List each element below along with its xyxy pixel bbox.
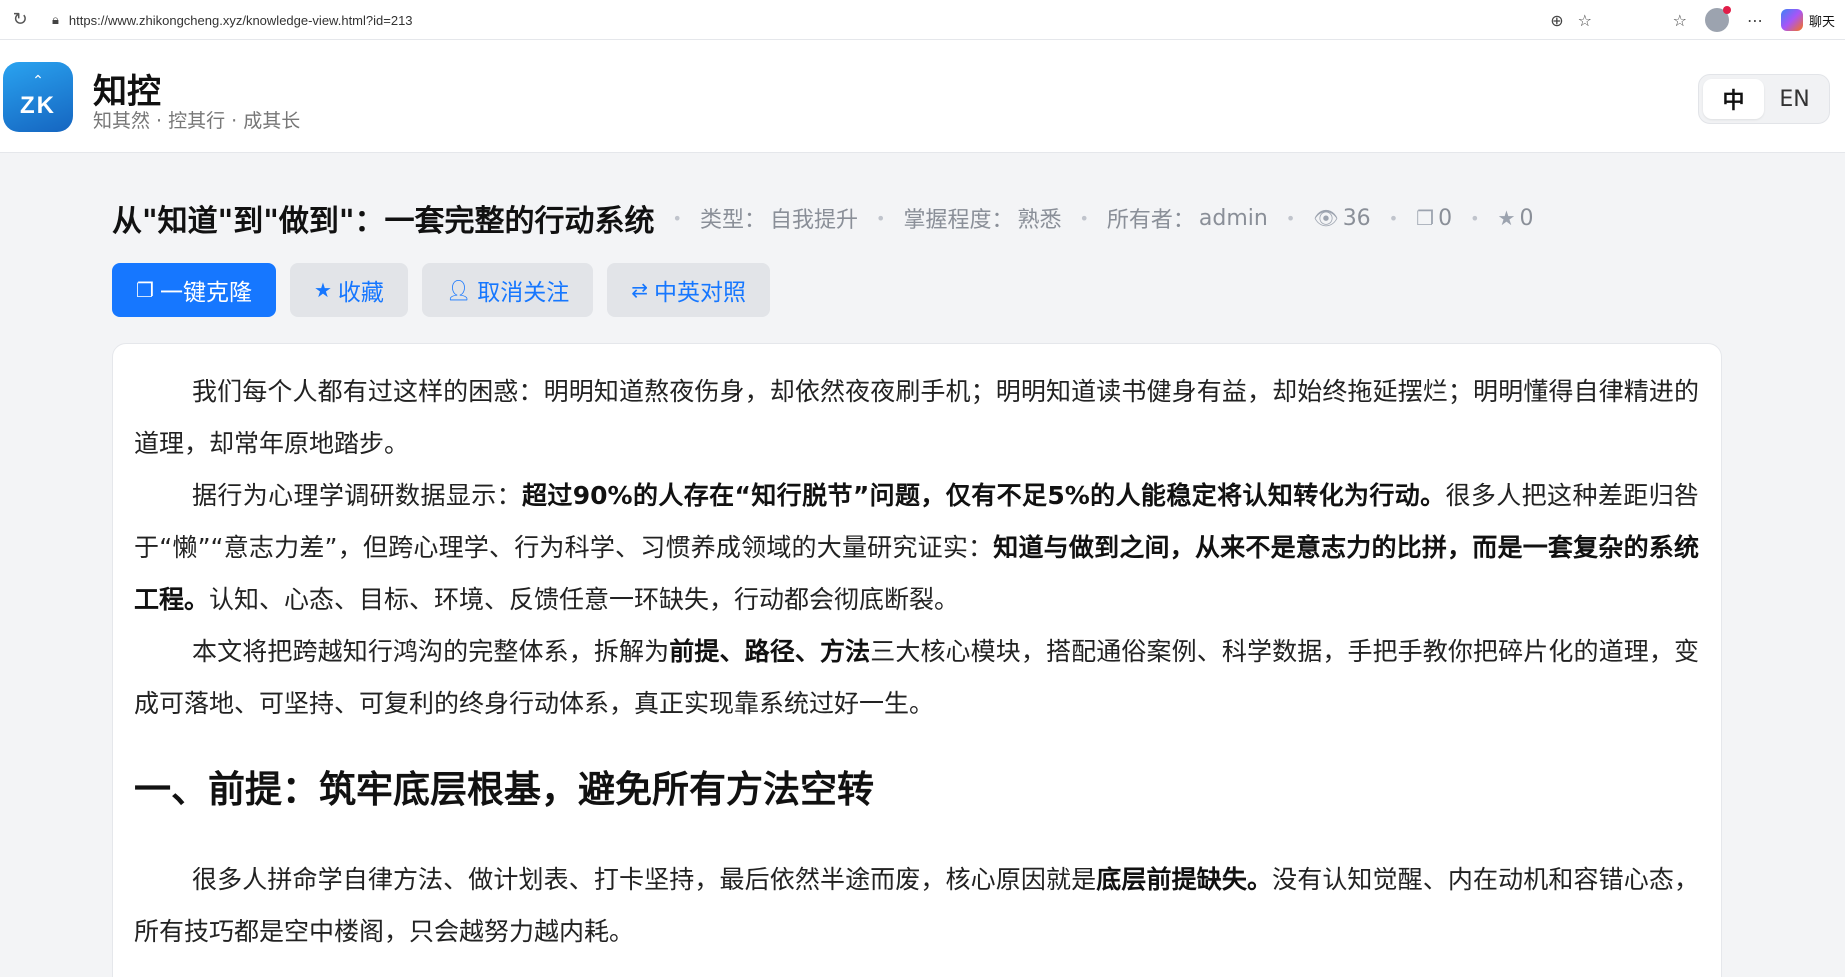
bold-text: 前提、路径、方法 <box>669 637 871 666</box>
clone-button-label: 一键克隆 <box>159 280 252 306</box>
bold-text: 超过90%的人存在“知行脱节”问题，仅有不足5%的人能稳定将认知转化为行动。 <box>521 481 1446 510</box>
view-count-value: 36 <box>1342 205 1371 231</box>
star-icon: ★ <box>1497 206 1516 230</box>
doc-owner: 所有者： admin <box>1107 202 1268 234</box>
doc-owner-label: 所有者： <box>1106 208 1195 233</box>
star-icon: ★ <box>313 278 332 302</box>
doc-type-value: 自我提升 <box>769 208 858 233</box>
unfollow-button-label: 取消关注 <box>477 280 570 306</box>
address-bar[interactable]: 🔒︎ https://www.zhikongcheng.xyz/knowledg… <box>40 5 1612 35</box>
reload-icon[interactable]: ↻ <box>0 9 40 30</box>
translate-icon: ⇄ <box>631 278 649 302</box>
bilingual-button-label: 中英对照 <box>654 280 747 306</box>
view-count: 👁︎ 36 <box>1313 206 1370 231</box>
section-heading: 一、前提：筑牢底层根基，避免所有方法空转 <box>134 768 874 811</box>
copilot-button[interactable]: 聊天 <box>1780 9 1835 31</box>
separator-dot: • <box>1079 208 1089 228</box>
separator-dot: • <box>1470 208 1480 228</box>
doc-mastery-value: 熟悉 <box>1017 208 1062 233</box>
separator-dot: • <box>1388 208 1399 228</box>
copy-icon: ❐ <box>136 278 154 302</box>
brand-slogan: 知其然 · 控其行 · 成其长 <box>93 110 301 132</box>
clone-button[interactable]: ❐ 一键克隆 <box>112 263 276 317</box>
language-switch: 中 EN <box>1698 74 1830 124</box>
bold-text: 底层前提缺失。 <box>1096 865 1273 894</box>
more-menu-icon[interactable]: ⋯ <box>1747 11 1763 30</box>
article-content: 我们每个人都有过这样的困惑：明明知道熬夜伤身，却依然夜夜刷手机；明明知道读书健身… <box>112 343 1722 977</box>
site-header: ⌃ ZK 知控 知其然 · 控其行 · 成其长 中 EN <box>0 40 1845 153</box>
logo-network-icon: ⌃ <box>32 73 44 89</box>
zoom-icon[interactable]: ⊕ <box>1550 11 1563 30</box>
paragraph: 我们每个人都有过这样的困惑：明明知道熬夜伤身，却依然夜夜刷手机；明明知道读书健身… <box>134 366 1699 470</box>
doc-owner-value: admin <box>1198 205 1268 231</box>
page-title: 从"知道"到"做到"：一套完整的行动系统 <box>112 204 655 239</box>
paragraph-text: 很多人拼命学自律方法、做计划表、打卡坚持，最后依然半途而废，核心原因就是 <box>192 865 1097 894</box>
doc-type: 类型： 自我提升 <box>700 202 858 234</box>
clone-count-value: 0 <box>1438 205 1453 231</box>
lang-en-button[interactable]: EN <box>1764 79 1825 119</box>
logo-text: ZK <box>20 92 56 119</box>
paragraph: 据行为心理学调研数据显示：超过90%的人存在“知行脱节”问题，仅有不足5%的人能… <box>134 470 1699 626</box>
lang-zh-button[interactable]: 中 <box>1703 79 1764 119</box>
favorite-button-label: 收藏 <box>337 280 384 306</box>
doc-type-label: 类型： <box>699 208 766 233</box>
site-logo[interactable]: ⌃ ZK <box>3 62 73 132</box>
browser-toolbar: ↻ 🔒︎ https://www.zhikongcheng.xyz/knowle… <box>0 0 1845 40</box>
doc-mastery: 掌握程度： 熟悉 <box>903 202 1061 234</box>
action-bar: ❐ 一键克隆 ★ 收藏 👤︎ 取消关注 ⇄ 中英对照 <box>112 263 771 317</box>
paragraph-text: 本文将把跨越知行鸿沟的完整体系，拆解为 <box>192 637 670 666</box>
favorite-count-value: 0 <box>1519 205 1534 231</box>
bilingual-button[interactable]: ⇄ 中英对照 <box>607 263 771 317</box>
paragraph: 本文将把跨越知行鸿沟的完整体系，拆解为前提、路径、方法三大核心模块，搭配通俗案例… <box>134 626 1699 730</box>
separator-dot: • <box>1285 208 1296 228</box>
favorite-button[interactable]: ★ 收藏 <box>289 263 408 317</box>
lock-icon[interactable]: 🔒︎ <box>52 13 59 28</box>
copy-icon: ❐ <box>1416 206 1435 230</box>
doc-header: 从"知道"到"做到"：一套完整的行动系统 • 类型： 自我提升 • 掌握程度： … <box>112 196 1533 240</box>
separator-dot: • <box>876 208 886 228</box>
paragraph-text: 据行为心理学调研数据显示： <box>192 481 522 510</box>
favorites-icon[interactable]: ☆ <box>1673 11 1687 30</box>
unfollow-button[interactable]: 👤︎ 取消关注 <box>421 263 594 317</box>
user-plus-icon: 👤︎ <box>445 278 472 302</box>
paragraph-text: 认知、心态、目标、环境、反馈任意一环缺失，行动都会彻底断裂。 <box>209 585 960 614</box>
doc-mastery-label: 掌握程度： <box>903 208 1014 233</box>
profile-avatar[interactable] <box>1704 6 1731 32</box>
bookmark-star-icon[interactable]: ☆ <box>1578 11 1592 30</box>
url-text[interactable]: https://www.zhikongcheng.xyz/knowledge-v… <box>69 13 413 28</box>
separator-dot: • <box>672 208 682 228</box>
paragraph-text: 我们每个人都有过这样的困惑：明明知道熬夜伤身，却依然夜夜刷手机；明明知道读书健身… <box>134 377 1699 458</box>
eye-icon: 👁︎ <box>1313 206 1339 230</box>
copilot-label: 聊天 <box>1808 14 1835 30</box>
clone-count: ❐ 0 <box>1416 206 1452 231</box>
favorite-count: ★ 0 <box>1498 206 1534 231</box>
paragraph: 很多人拼命学自律方法、做计划表、打卡坚持，最后依然半途而废，核心原因就是底层前提… <box>134 854 1699 958</box>
copilot-icon <box>1780 9 1803 31</box>
